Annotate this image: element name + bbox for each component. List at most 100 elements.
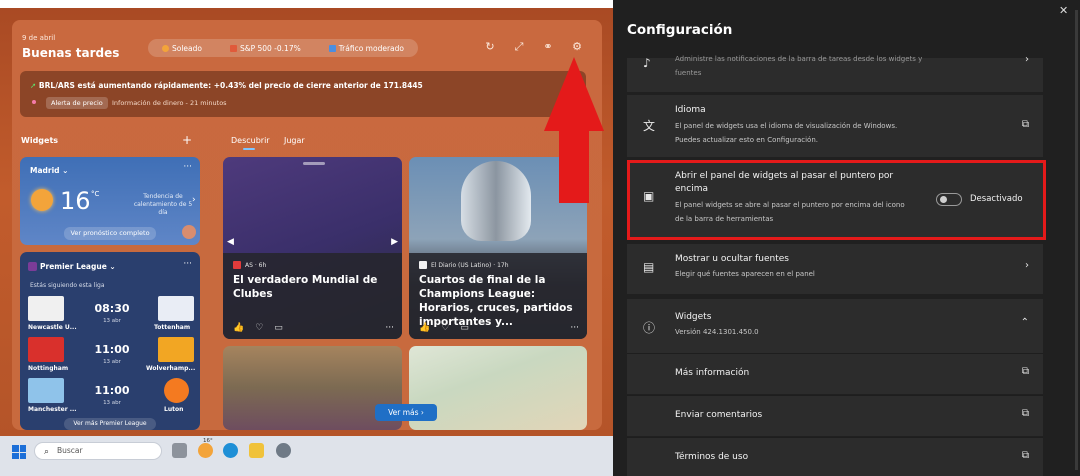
carousel-indicator [303,162,325,165]
card-title[interactable]: Cuartos de final de la Champions League:… [419,273,579,329]
settings-item-idioma[interactable]: 文 Idioma El panel de widgets usa el idio… [627,95,1043,157]
item-title: Enviar comentarios [675,410,763,420]
settings-item-widgets-about[interactable]: ⓘ Widgets Versión 424.1301.450.0 ⌃ [627,299,1043,353]
comment-icon[interactable]: ▭ [274,323,283,333]
trophy-image [461,161,531,241]
match-row[interactable]: Manchester ... 11:00 13 abr Luton [28,378,194,414]
tab-active-indicator [243,148,255,150]
stock-pill[interactable]: S&P 500 -0.17% [229,44,301,53]
away-crest-icon [158,296,194,321]
close-icon[interactable]: ✕ [1059,4,1068,17]
league-subtitle: Estás siguiendo esta liga [30,282,105,289]
feed-icon: ▤ [643,260,655,274]
expand-icon[interactable]: ⤢ [512,40,526,54]
comment-icon[interactable]: ▭ [460,323,469,333]
home-crest-icon [28,337,64,362]
weather-temp: 16 [60,187,91,215]
folder-icon[interactable] [249,443,264,458]
taskbar: ⌕ Buscar 16° [0,436,613,476]
bell-icon: ♪ [643,56,651,70]
more-icon[interactable]: ··· [570,323,579,333]
heart-icon[interactable]: ♡ [255,323,263,333]
external-link-icon[interactable]: ⧉ [1022,366,1029,377]
ver-mas-button[interactable]: Ver más › [375,404,437,421]
stock-icon [229,44,237,52]
more-icon[interactable]: ··· [385,323,394,333]
item-title: Widgets [675,312,712,322]
avatar [182,225,196,239]
widgets-weather-icon[interactable] [198,443,213,458]
item-title: Idioma [675,105,706,115]
header-icons: ↻ ⤢ ⚭ ⚙ [483,40,584,54]
header-date: 9 de abril [22,34,56,42]
more-icon[interactable]: ··· [183,162,192,172]
banner-headline-rest: +0.43% del precio de cierre anterior de … [213,81,423,90]
match-row[interactable]: Newcastle U... 08:30 13 abr Tottenham [28,296,194,332]
settings-item-sources[interactable]: ▤ Mostrar u ocultar fuentes Elegir qué f… [627,244,1043,294]
item-desc: Versión 424.1301.450.0 [675,328,759,336]
item-title: Mostrar u ocultar fuentes [675,254,789,264]
price-alert-banner[interactable]: ➚ BRL/ARS está aumentando rápidamente: +… [20,71,586,117]
like-icon[interactable]: 👍 [233,323,244,333]
item-desc: Administre las notificaciones de la barr… [675,55,923,77]
banner-tag: Alerta de precio [46,97,108,109]
card-title[interactable]: El verdadero Mundial de Clubes [233,273,393,301]
tab-descubrir[interactable]: Descubrir [231,136,270,145]
search-icon: ⌕ [44,447,50,457]
item-desc: Elegir qué fuentes aparecen en el panel [675,270,815,278]
red-arrow-annotation-stem [559,130,589,203]
banner-headline-prefix: BRL/ARS está aumentando rápidamente: [38,81,214,90]
chevron-left-icon[interactable]: ◀ [227,237,234,247]
external-link-icon[interactable]: ⧉ [1022,408,1029,419]
home-crest-icon [28,296,64,321]
card-source: AS · 6h [245,261,267,269]
windows-start-icon[interactable] [12,445,26,459]
refresh-icon[interactable]: ↻ [483,40,497,54]
taskbar-search[interactable]: ⌕ Buscar [34,442,162,460]
chevron-right-icon[interactable]: › [192,195,196,205]
sun-icon [161,44,169,52]
like-icon[interactable]: 👍 [419,323,430,333]
news-card[interactable]: ◀ ▶ AS · 6h El verdadero Mundial de Club… [223,157,402,339]
external-link-icon[interactable]: ⧉ [1022,119,1029,130]
league-logo-icon [28,262,37,271]
people-icon[interactable]: ⚭ [541,40,555,54]
weather-pill[interactable]: Soleado [161,44,202,53]
widgets-panel: 9 de abril Buenas tardes Soleado S&P 500… [12,20,602,430]
chevron-right-icon[interactable]: › [1025,54,1029,65]
external-link-icon[interactable]: ⧉ [1022,450,1029,461]
gear-icon[interactable]: ⚙ [570,40,584,54]
tab-jugar[interactable]: Jugar [284,136,305,145]
info-icon: ⓘ [643,321,656,335]
match-row[interactable]: Nottingham 11:00 13 abr Wolverhamp... [28,337,195,373]
league-title: Premier League ⌄ [40,262,116,271]
settings-icon[interactable] [276,443,291,458]
card-source: El Diario (US Latino) · 17h [431,261,509,269]
traffic-pill[interactable]: Tráfico moderado [328,44,404,53]
chevron-right-icon[interactable]: ▶ [391,237,398,247]
sun-icon [31,189,53,211]
heart-icon[interactable]: ♡ [441,323,449,333]
settings-item-notifications[interactable]: ♪ Administre las notificaciones de la ba… [627,54,1043,92]
edge-icon[interactable] [223,443,238,458]
weather-trend: Tendencia de calentamiento de 5 día [133,193,193,216]
premier-league-widget[interactable]: Premier League ⌄ ··· Estás siguiendo est… [20,252,200,430]
add-widget-icon[interactable]: + [182,133,192,147]
red-highlight-box [627,160,1046,240]
status-pills: Soleado S&P 500 -0.17% Tráfico moderado [148,39,418,57]
weather-widget[interactable]: Madrid ⌄ ··· 16 °C Tendencia de calentam… [20,157,200,245]
league-more-button[interactable]: Ver más Premier League [64,418,156,430]
forecast-button[interactable]: Ver pronóstico completo [64,227,156,240]
more-icon[interactable]: ··· [183,259,192,269]
scrollbar[interactable] [1075,10,1078,470]
settings-item-terms[interactable]: Términos de uso ⧉ [627,437,1043,476]
settings-item-feedback[interactable]: Enviar comentarios ⧉ [627,395,1043,436]
item-desc: El panel de widgets usa el idioma de vis… [675,122,898,144]
chevron-right-icon[interactable]: › [1025,260,1029,271]
task-view-icon[interactable] [172,443,187,458]
language-icon: 文 [643,119,656,133]
banner-info: Información de dinero - 21 minutos [112,99,227,107]
settings-item-more-info[interactable]: Más información ⧉ [627,353,1043,394]
red-arrow-annotation [544,57,604,131]
chevron-up-icon[interactable]: ⌃ [1021,317,1029,328]
